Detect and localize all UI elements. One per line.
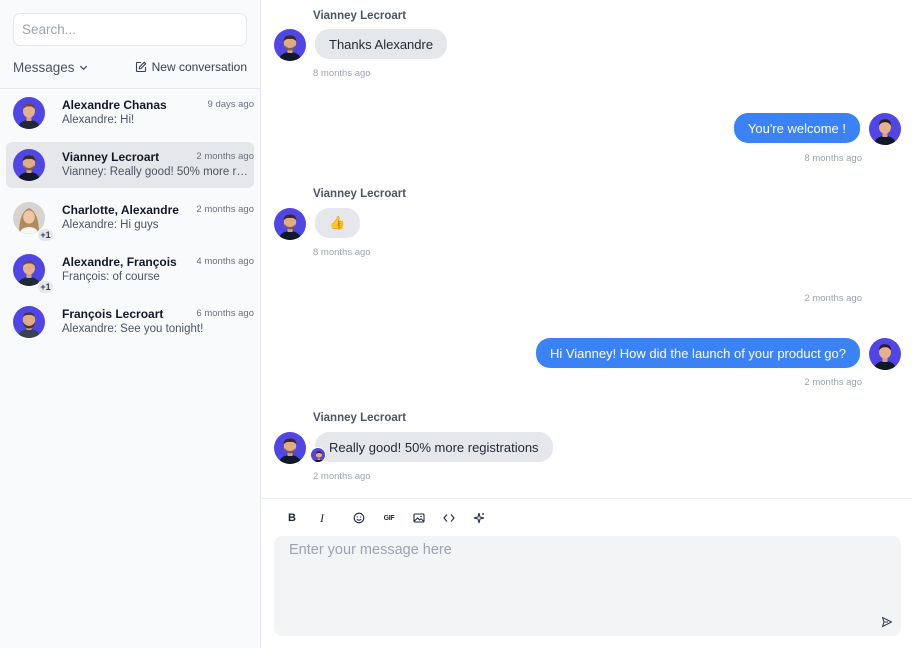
editor-placeholder: Enter your message here bbox=[289, 542, 452, 558]
avatar bbox=[869, 113, 901, 145]
italic-button[interactable]: I bbox=[314, 507, 330, 529]
sparkle-icon bbox=[473, 512, 485, 524]
conversation-name: François Lecroart bbox=[62, 307, 164, 321]
edit-icon bbox=[135, 61, 147, 73]
message-bubble: You're welcome ! bbox=[733, 113, 860, 143]
search-input[interactable] bbox=[13, 13, 247, 46]
conversations-sidebar: Messages New conversation Alexandre Chan… bbox=[0, 0, 261, 648]
formatting-toolbar: B I GIF bbox=[284, 507, 490, 529]
message-bubble: 👍 bbox=[315, 208, 360, 238]
conversation-preview: Vianney: Really good! 50% more registrat… bbox=[62, 166, 254, 178]
read-receipt-avatar bbox=[310, 447, 326, 463]
send-button[interactable] bbox=[879, 614, 895, 630]
messages-dropdown[interactable]: Messages bbox=[13, 60, 89, 75]
gif-button[interactable]: GIF bbox=[378, 507, 400, 529]
avatar bbox=[13, 97, 45, 129]
conversation-time: 4 months ago bbox=[196, 256, 254, 267]
code-icon bbox=[443, 514, 455, 522]
conversation-time: 6 months ago bbox=[196, 308, 254, 319]
conversation-name: Charlotte, Alexandre bbox=[62, 203, 179, 217]
conversation-name: Alexandre Chanas bbox=[62, 98, 167, 112]
conversation-item[interactable]: +1 Alexandre, François 4 months ago Fran… bbox=[6, 247, 254, 294]
sidebar-divider bbox=[0, 88, 260, 89]
message-time: 2 months ago bbox=[804, 293, 862, 304]
bold-button[interactable]: B bbox=[284, 507, 300, 529]
message-time: 8 months ago bbox=[313, 247, 371, 258]
new-conversation-label: New conversation bbox=[151, 60, 247, 74]
ai-assist-button[interactable] bbox=[468, 507, 490, 529]
composer-divider bbox=[262, 498, 912, 499]
avatar bbox=[13, 149, 45, 181]
participants-badge: +1 bbox=[37, 228, 54, 242]
message-sender: Vianney Lecroart bbox=[313, 188, 407, 200]
conversation-item[interactable]: François Lecroart 6 months ago Alexandre… bbox=[6, 299, 254, 345]
conversation-item[interactable]: +1 Charlotte, Alexandre 2 months ago Ale… bbox=[6, 195, 254, 242]
message-bubble: Thanks Alexandre bbox=[315, 29, 448, 59]
message-bubble: Hi Vianney! How did the launch of your p… bbox=[535, 338, 860, 368]
emoji-button[interactable] bbox=[348, 507, 370, 529]
conversation-preview: Alexandre: See you tonight! bbox=[62, 323, 204, 335]
code-button[interactable] bbox=[438, 507, 460, 529]
image-icon bbox=[413, 513, 425, 523]
conversation-time: 9 days ago bbox=[207, 99, 254, 110]
new-conversation-button[interactable]: New conversation bbox=[135, 60, 247, 74]
message-bubble: Really good! 50% more registrations bbox=[315, 432, 553, 462]
conversation-time: 2 months ago bbox=[196, 151, 254, 162]
message-sender: Vianney Lecroart bbox=[313, 412, 407, 424]
chat-panel: Vianney Lecroart Thanks Alexandre 8 mont… bbox=[262, 0, 912, 648]
message-time: 8 months ago bbox=[313, 68, 371, 79]
message-editor[interactable]: Enter your message here bbox=[274, 536, 901, 636]
conversation-name: Vianney Lecroart bbox=[62, 150, 160, 164]
send-icon bbox=[881, 616, 893, 628]
smiley-icon bbox=[353, 512, 365, 524]
avatar bbox=[274, 208, 306, 240]
conversation-name: Alexandre, François bbox=[62, 255, 177, 269]
image-button[interactable] bbox=[408, 507, 430, 529]
message-sender: Vianney Lecroart bbox=[313, 10, 407, 22]
conversation-preview: Alexandre: Hi! bbox=[62, 114, 135, 126]
conversation-time: 2 months ago bbox=[196, 204, 254, 215]
avatar bbox=[274, 29, 306, 61]
message-time: 2 months ago bbox=[313, 471, 371, 482]
message-time: 8 months ago bbox=[804, 153, 862, 164]
message-time: 2 months ago bbox=[804, 377, 862, 388]
conversation-item[interactable]: Vianney Lecroart 2 months ago Vianney: R… bbox=[6, 142, 254, 188]
participants-badge: +1 bbox=[37, 280, 54, 294]
chevron-down-icon bbox=[79, 65, 87, 70]
avatar bbox=[869, 338, 901, 370]
messages-dropdown-label: Messages bbox=[13, 59, 75, 75]
conversation-item[interactable]: Alexandre Chanas 9 days ago Alexandre: H… bbox=[6, 90, 254, 136]
messages-header: Messages New conversation bbox=[13, 58, 247, 76]
avatar bbox=[13, 306, 45, 338]
avatar bbox=[274, 432, 306, 464]
conversation-preview: Alexandre: Hi guys bbox=[62, 219, 159, 231]
conversation-preview: François: of course bbox=[62, 271, 160, 283]
